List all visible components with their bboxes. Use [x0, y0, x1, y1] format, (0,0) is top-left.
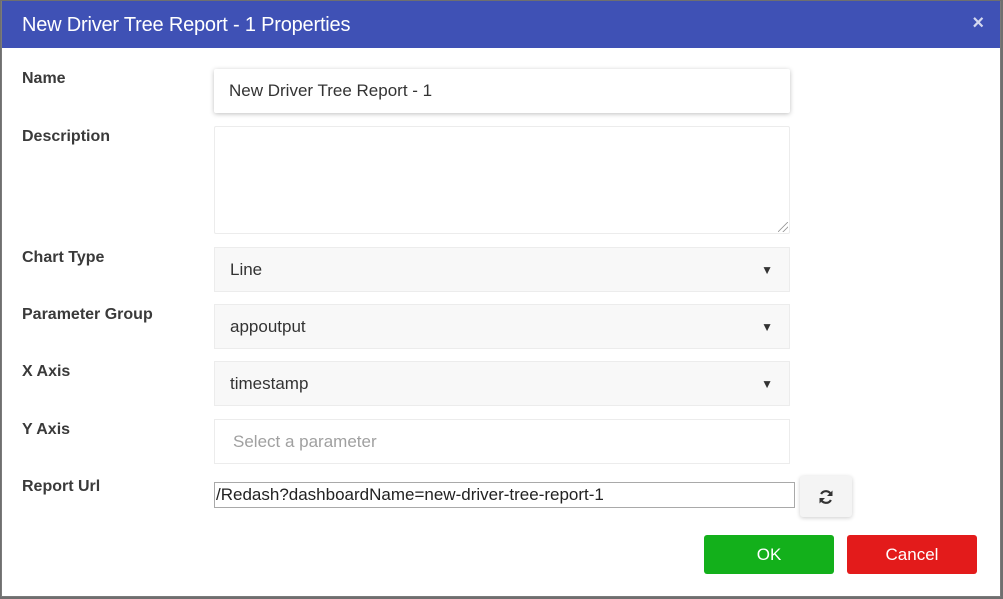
report-url-input[interactable]: /Redash?dashboardName=new-driver-tree-re…: [214, 482, 795, 508]
dialog-header: New Driver Tree Report - 1 Properties ×: [2, 1, 1000, 48]
parameter-group-label: Parameter Group: [22, 306, 153, 323]
caret-down-icon: ▼: [761, 320, 773, 334]
chart-type-value: Line: [230, 260, 263, 279]
refresh-icon: [819, 489, 833, 504]
y-axis-placeholder: Select a parameter: [233, 432, 377, 451]
report-url-label: Report Url: [22, 478, 101, 495]
name-label: Name: [22, 70, 66, 87]
caret-down-icon: ▼: [761, 263, 773, 277]
description-textarea[interactable]: [214, 126, 790, 234]
description-label: Description: [22, 128, 111, 145]
properties-dialog: New Driver Tree Report - 1 Properties × …: [1, 1, 1001, 597]
x-axis-label: X Axis: [22, 363, 71, 380]
chart-type-select[interactable]: Line ▼: [214, 247, 790, 292]
y-axis-select[interactable]: Select a parameter: [214, 419, 790, 464]
y-axis-label: Y Axis: [22, 421, 71, 438]
x-axis-value: timestamp: [230, 374, 309, 393]
cancel-button[interactable]: Cancel: [847, 535, 977, 574]
parameter-group-value: appoutput: [230, 317, 306, 336]
x-axis-select[interactable]: timestamp ▼: [214, 361, 790, 406]
ok-button[interactable]: OK: [704, 535, 834, 574]
refresh-url-button[interactable]: [800, 476, 852, 517]
dialog-title: New Driver Tree Report - 1 Properties: [22, 14, 351, 36]
name-input[interactable]: New Driver Tree Report - 1: [214, 69, 790, 113]
close-icon[interactable]: ×: [972, 11, 984, 35]
chart-type-label: Chart Type: [22, 249, 105, 266]
parameter-group-select[interactable]: appoutput ▼: [214, 304, 790, 349]
caret-down-icon: ▼: [761, 377, 773, 391]
